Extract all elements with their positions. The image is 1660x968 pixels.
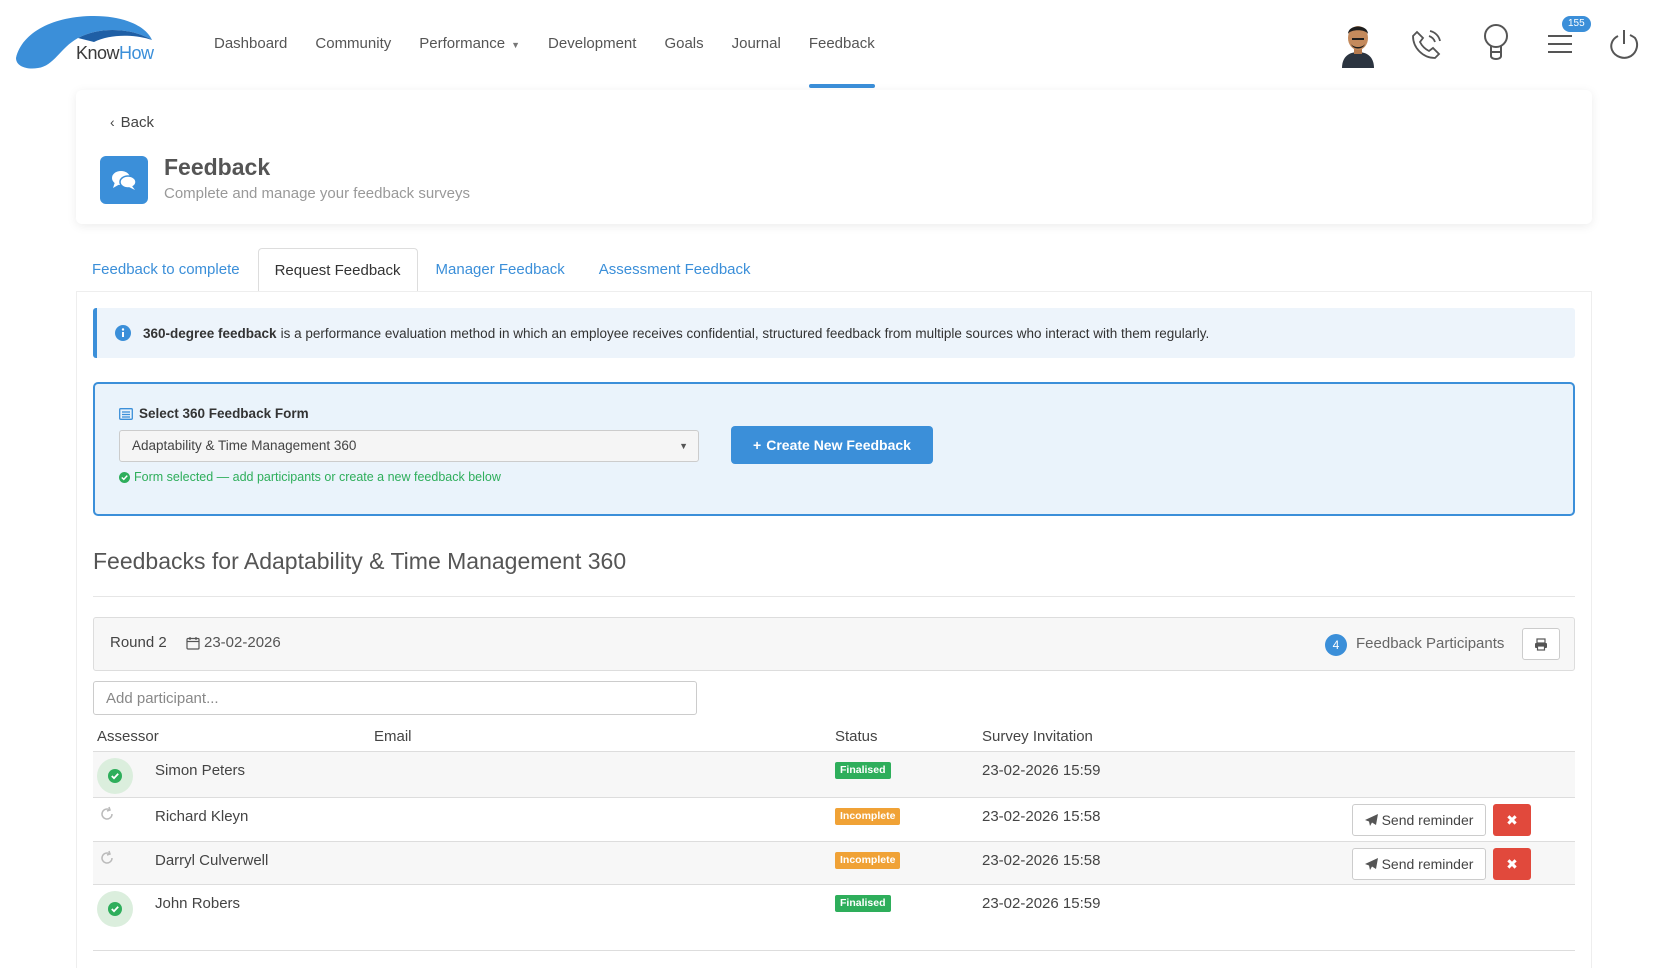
- create-new-feedback-button[interactable]: + Create New Feedback: [731, 426, 933, 464]
- table-row: Darryl Culverwell Incomplete 23-02-2026 …: [93, 842, 1575, 885]
- form-select-panel: Select 360 Feedback Form Adaptability & …: [93, 382, 1575, 516]
- send-reminder-button[interactable]: Send reminder: [1352, 804, 1486, 836]
- feedbacks-section-title: Feedbacks for Adaptability & Time Manage…: [93, 548, 627, 574]
- print-button[interactable]: [1522, 628, 1560, 660]
- selected-form-value: Adaptability & Time Management 360: [132, 438, 357, 453]
- tab-manager-feedback[interactable]: Manager Feedback: [420, 248, 581, 292]
- assessor-name: John Robers: [155, 895, 241, 912]
- lightbulb-icon[interactable]: [1474, 22, 1518, 66]
- table-row: Richard Kleyn Incomplete 23-02-2026 15:5…: [93, 798, 1575, 842]
- nav-journal[interactable]: Journal: [718, 0, 795, 88]
- nav-development[interactable]: Development: [534, 0, 650, 88]
- status-badge: Incomplete: [835, 852, 901, 869]
- close-icon: ✖: [1506, 811, 1518, 828]
- nav-dashboard[interactable]: Dashboard: [200, 0, 301, 88]
- table-header: Assessor Email Status Survey Invitation: [93, 722, 1575, 752]
- feedback-tabs: Feedback to complete Request Feedback Ma…: [76, 248, 1592, 292]
- caret-down-icon: ▼: [511, 40, 521, 50]
- round-label: Round 2: [110, 634, 167, 651]
- dropdown-arrow-icon: ▼: [679, 441, 688, 451]
- nav-feedback[interactable]: Feedback: [795, 0, 889, 88]
- participant-count-badge: 4: [1325, 634, 1347, 656]
- nav-community[interactable]: Community: [301, 0, 405, 88]
- info-alert: 360-degree feedback is a performance eva…: [93, 308, 1575, 358]
- back-link[interactable]: ‹ Back: [110, 114, 154, 131]
- invitation-date: 23-02-2026 15:58: [982, 852, 1101, 869]
- refresh-icon: [97, 848, 117, 868]
- paper-plane-icon: [1364, 814, 1379, 826]
- col-email: Email: [374, 728, 412, 745]
- tab-feedback-to-complete[interactable]: Feedback to complete: [76, 248, 256, 292]
- status-badge: Incomplete: [835, 808, 901, 825]
- tab-request-feedback[interactable]: Request Feedback: [257, 248, 418, 292]
- notification-badge: 155: [1562, 16, 1591, 32]
- feedback-form-select[interactable]: Adaptability & Time Management 360 ▼: [119, 430, 699, 462]
- close-icon: ✖: [1506, 855, 1518, 872]
- refresh-icon: [97, 804, 117, 824]
- main-nav: Dashboard Community Performance ▼ Develop…: [200, 0, 889, 88]
- table-row: Simon Peters Finalised 23-02-2026 15:59: [93, 752, 1575, 798]
- user-avatar[interactable]: [1336, 22, 1380, 68]
- remove-participant-button[interactable]: ✖: [1493, 848, 1531, 880]
- form-selected-hint: Form selected — add participants or crea…: [119, 470, 501, 484]
- print-icon: [1535, 637, 1547, 651]
- back-label: Back: [120, 114, 155, 131]
- check-circle-icon: [97, 891, 133, 927]
- send-reminder-label: Send reminder: [1381, 856, 1474, 872]
- table-row: John Robers Finalised 23-02-2026 15:59: [93, 885, 1575, 951]
- top-navbar: KnowHow Dashboard Community Performance ▼…: [0, 0, 1660, 88]
- phone-icon[interactable]: [1404, 22, 1448, 66]
- request-feedback-pane: 360-degree feedback is a performance eva…: [76, 291, 1592, 968]
- comments-icon: [100, 156, 148, 204]
- knowhow-logo[interactable]: KnowHow: [14, 14, 164, 74]
- assessor-name: Simon Peters: [155, 762, 246, 779]
- round-date: 23-02-2026: [186, 634, 281, 651]
- nav-goals[interactable]: Goals: [650, 0, 717, 88]
- page-subtitle: Complete and manage your feedback survey…: [164, 185, 471, 202]
- calendar-icon: [186, 636, 200, 650]
- invitation-date: 23-02-2026 15:59: [982, 762, 1101, 779]
- round-header: Round 2 23-02-2026 4 Feedback Participan…: [93, 617, 1575, 671]
- participants-table: Assessor Email Status Survey Invitation …: [93, 722, 1575, 951]
- col-survey-invitation: Survey Invitation: [982, 728, 1093, 745]
- assessor-name: Richard Kleyn: [155, 808, 249, 825]
- chevron-left-icon: ‹: [110, 114, 115, 130]
- round-date-text: 23-02-2026: [204, 634, 281, 651]
- status-badge: Finalised: [835, 762, 891, 779]
- info-circle-icon: [115, 325, 131, 341]
- list-alt-icon: [119, 407, 133, 420]
- plus-icon: +: [753, 437, 762, 453]
- participants-label: Feedback Participants: [1356, 635, 1505, 652]
- section-divider: [93, 596, 1575, 597]
- create-button-label: Create New Feedback: [766, 437, 911, 453]
- col-assessor: Assessor: [97, 728, 159, 745]
- nav-performance[interactable]: Performance ▼: [405, 0, 534, 88]
- col-status: Status: [835, 728, 878, 745]
- invitation-date: 23-02-2026 15:58: [982, 808, 1101, 825]
- assessor-name: Darryl Culverwell: [155, 852, 269, 869]
- info-text: is a performance evaluation method in wh…: [280, 325, 1210, 341]
- power-icon[interactable]: [1602, 22, 1646, 66]
- status-badge: Finalised: [835, 895, 891, 912]
- remove-participant-button[interactable]: ✖: [1493, 804, 1531, 836]
- page-title: Feedback: [164, 154, 271, 180]
- form-select-label: Select 360 Feedback Form: [119, 406, 309, 421]
- nav-performance-label: Performance: [419, 35, 506, 52]
- send-reminder-label: Send reminder: [1381, 812, 1474, 828]
- logo-text: KnowHow: [76, 43, 154, 63]
- paper-plane-icon: [1364, 858, 1379, 870]
- send-reminder-button[interactable]: Send reminder: [1352, 848, 1486, 880]
- form-hint-text: Form selected — add participants or crea…: [134, 470, 501, 484]
- info-bold-term: 360-degree feedback: [143, 325, 277, 341]
- add-participant-input[interactable]: [93, 681, 697, 715]
- check-circle-icon: [119, 471, 130, 483]
- invitation-date: 23-02-2026 15:59: [982, 895, 1101, 912]
- form-select-label-text: Select 360 Feedback Form: [139, 406, 309, 421]
- tab-assessment-feedback[interactable]: Assessment Feedback: [583, 248, 767, 292]
- page-header-card: ‹ Back Feedback Complete and manage your …: [76, 90, 1592, 224]
- check-circle-icon: [97, 758, 133, 794]
